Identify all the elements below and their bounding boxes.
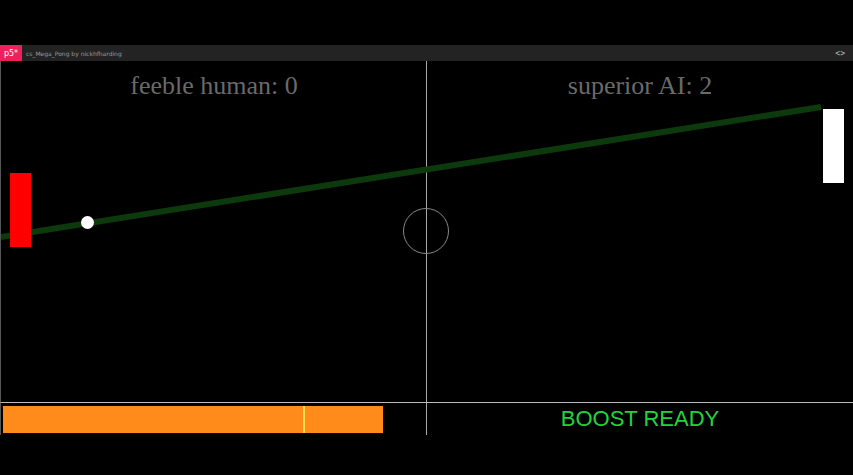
score: superior AI: 2 [427,71,853,101]
scoreboard: feeble human: 0superior AI: 2 [1,61,853,101]
center-line [426,61,427,402]
paddle [823,109,844,183]
score: feeble human: 0 [1,71,427,101]
ball [81,216,94,229]
game-canvas[interactable]: feeble human: 0superior AI: 2 [0,61,853,402]
boost-bar [3,406,425,433]
trajectory-line [1,61,853,402]
boost-status: BOOST READY [561,406,720,432]
boost-marker [303,406,305,433]
boost-panel: BOOST READY [0,402,853,435]
p5-logo[interactable]: p5* [0,45,22,61]
code-toggle[interactable]: <> [835,49,845,58]
paddle[interactable] [10,173,31,247]
sketch-title: cs_Mega_Pong by nickhfharding [26,50,122,57]
editor-bar: p5* cs_Mega_Pong by nickhfharding <> [0,45,853,61]
screen: p5* cs_Mega_Pong by nickhfharding <> fee… [0,0,853,475]
center-circle [403,208,449,254]
